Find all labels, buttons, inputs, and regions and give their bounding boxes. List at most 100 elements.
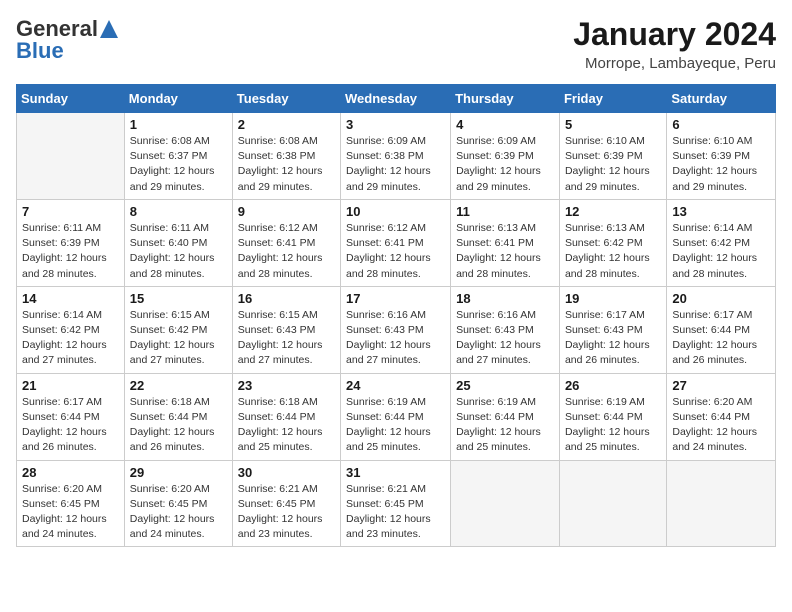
day-number: 24	[346, 378, 445, 393]
day-number: 23	[238, 378, 335, 393]
day-number: 13	[672, 204, 770, 219]
logo-blue: Blue	[16, 38, 64, 64]
calendar-cell: 27 Sunrise: 6:20 AMSunset: 6:44 PMDayligh…	[667, 373, 776, 460]
day-info: Sunrise: 6:21 AMSunset: 6:45 PMDaylight:…	[238, 482, 335, 543]
calendar-cell: 16Sunrise: 6:15 AMSunset: 6:43 PMDayligh…	[232, 286, 340, 373]
calendar-week-row: 7 Sunrise: 6:11 AMSunset: 6:39 PMDaylight…	[17, 199, 776, 286]
calendar-cell: 14Sunrise: 6:14 AMSunset: 6:42 PMDayligh…	[17, 286, 125, 373]
calendar-cell: 6 Sunrise: 6:10 AMSunset: 6:39 PMDaylight…	[667, 113, 776, 200]
day-info: Sunrise: 6:11 AMSunset: 6:39 PMDaylight:…	[22, 221, 119, 282]
day-info: Sunrise: 6:19 AMSunset: 6:44 PMDaylight:…	[346, 395, 445, 456]
day-number: 18	[456, 291, 554, 306]
calendar-cell: 25Sunrise: 6:19 AMSunset: 6:44 PMDayligh…	[451, 373, 560, 460]
calendar-day-header: Friday	[559, 85, 666, 113]
day-info: Sunrise: 6:20 AMSunset: 6:44 PMDaylight:…	[672, 395, 770, 456]
calendar-cell: 18 Sunrise: 6:16 AMSunset: 6:43 PMDayligh…	[451, 286, 560, 373]
day-number: 27	[672, 378, 770, 393]
day-number: 28	[22, 465, 119, 480]
day-number: 4	[456, 117, 554, 132]
day-info: Sunrise: 6:09 AMSunset: 6:39 PMDaylight:…	[456, 134, 554, 195]
calendar-cell: 21 Sunrise: 6:17 AMSunset: 6:44 PMDayligh…	[17, 373, 125, 460]
day-number: 22	[130, 378, 227, 393]
day-number: 7	[22, 204, 119, 219]
day-number: 9	[238, 204, 335, 219]
calendar-cell: 10 Sunrise: 6:12 AMSunset: 6:41 PMDayligh…	[341, 199, 451, 286]
calendar-cell: 17 Sunrise: 6:16 AMSunset: 6:43 PMDayligh…	[341, 286, 451, 373]
day-info: Sunrise: 6:15 AMSunset: 6:42 PMDaylight:…	[130, 308, 227, 369]
logo: General Blue	[16, 16, 118, 64]
day-info: Sunrise: 6:09 AMSunset: 6:38 PMDaylight:…	[346, 134, 445, 195]
calendar-cell	[667, 460, 776, 547]
calendar-cell: 29Sunrise: 6:20 AMSunset: 6:45 PMDayligh…	[124, 460, 232, 547]
calendar-cell: 22 Sunrise: 6:18 AMSunset: 6:44 PMDayligh…	[124, 373, 232, 460]
calendar-cell: 12Sunrise: 6:13 AMSunset: 6:42 PMDayligh…	[559, 199, 666, 286]
calendar-cell	[559, 460, 666, 547]
calendar-cell: 5Sunrise: 6:10 AMSunset: 6:39 PMDaylight…	[559, 113, 666, 200]
day-info: Sunrise: 6:13 AMSunset: 6:41 PMDaylight:…	[456, 221, 554, 282]
day-number: 17	[346, 291, 445, 306]
day-info: Sunrise: 6:08 AMSunset: 6:38 PMDaylight:…	[238, 134, 335, 195]
calendar-day-header: Saturday	[667, 85, 776, 113]
day-number: 8	[130, 204, 227, 219]
day-info: Sunrise: 6:14 AMSunset: 6:42 PMDaylight:…	[22, 308, 119, 369]
calendar-cell: 15Sunrise: 6:15 AMSunset: 6:42 PMDayligh…	[124, 286, 232, 373]
month-title: January 2024	[573, 16, 776, 53]
calendar-header-row: SundayMondayTuesdayWednesdayThursdayFrid…	[17, 85, 776, 113]
day-number: 26	[565, 378, 661, 393]
day-info: Sunrise: 6:18 AMSunset: 6:44 PMDaylight:…	[238, 395, 335, 456]
day-info: Sunrise: 6:10 AMSunset: 6:39 PMDaylight:…	[672, 134, 770, 195]
calendar-week-row: 1 Sunrise: 6:08 AMSunset: 6:37 PMDaylight…	[17, 113, 776, 200]
calendar-cell: 20 Sunrise: 6:17 AMSunset: 6:44 PMDayligh…	[667, 286, 776, 373]
calendar-cell: 24 Sunrise: 6:19 AMSunset: 6:44 PMDayligh…	[341, 373, 451, 460]
day-number: 1	[130, 117, 227, 132]
calendar-cell: 11 Sunrise: 6:13 AMSunset: 6:41 PMDayligh…	[451, 199, 560, 286]
day-info: Sunrise: 6:12 AMSunset: 6:41 PMDaylight:…	[346, 221, 445, 282]
day-info: Sunrise: 6:20 AMSunset: 6:45 PMDaylight:…	[22, 482, 119, 543]
calendar-cell	[451, 460, 560, 547]
day-info: Sunrise: 6:19 AMSunset: 6:44 PMDaylight:…	[456, 395, 554, 456]
day-number: 10	[346, 204, 445, 219]
calendar-cell: 2 Sunrise: 6:08 AMSunset: 6:38 PMDaylight…	[232, 113, 340, 200]
calendar-cell: 26 Sunrise: 6:19 AMSunset: 6:44 PMDayligh…	[559, 373, 666, 460]
calendar-table: SundayMondayTuesdayWednesdayThursdayFrid…	[16, 84, 776, 547]
day-number: 21	[22, 378, 119, 393]
day-number: 11	[456, 204, 554, 219]
day-number: 30	[238, 465, 335, 480]
calendar-cell: 13Sunrise: 6:14 AMSunset: 6:42 PMDayligh…	[667, 199, 776, 286]
day-number: 31	[346, 465, 445, 480]
calendar-day-header: Thursday	[451, 85, 560, 113]
calendar-cell: 3 Sunrise: 6:09 AMSunset: 6:38 PMDaylight…	[341, 113, 451, 200]
day-info: Sunrise: 6:21 AMSunset: 6:45 PMDaylight:…	[346, 482, 445, 543]
day-info: Sunrise: 6:17 AMSunset: 6:44 PMDaylight:…	[22, 395, 119, 456]
day-info: Sunrise: 6:19 AMSunset: 6:44 PMDaylight:…	[565, 395, 661, 456]
calendar-day-header: Tuesday	[232, 85, 340, 113]
calendar-cell: 31 Sunrise: 6:21 AMSunset: 6:45 PMDayligh…	[341, 460, 451, 547]
calendar-cell: 1 Sunrise: 6:08 AMSunset: 6:37 PMDaylight…	[124, 113, 232, 200]
calendar-cell: 19Sunrise: 6:17 AMSunset: 6:43 PMDayligh…	[559, 286, 666, 373]
day-number: 6	[672, 117, 770, 132]
day-number: 12	[565, 204, 661, 219]
calendar-day-header: Sunday	[17, 85, 125, 113]
calendar-cell: 28 Sunrise: 6:20 AMSunset: 6:45 PMDayligh…	[17, 460, 125, 547]
calendar-cell: 23 Sunrise: 6:18 AMSunset: 6:44 PMDayligh…	[232, 373, 340, 460]
day-number: 19	[565, 291, 661, 306]
page-header: General Blue January 2024 Morrope, Lamba…	[16, 16, 776, 72]
day-info: Sunrise: 6:08 AMSunset: 6:37 PMDaylight:…	[130, 134, 227, 195]
day-info: Sunrise: 6:12 AMSunset: 6:41 PMDaylight:…	[238, 221, 335, 282]
calendar-cell: 9 Sunrise: 6:12 AMSunset: 6:41 PMDaylight…	[232, 199, 340, 286]
title-block: January 2024 Morrope, Lambayeque, Peru	[573, 16, 776, 72]
day-info: Sunrise: 6:17 AMSunset: 6:44 PMDaylight:…	[672, 308, 770, 369]
day-number: 3	[346, 117, 445, 132]
calendar-week-row: 21 Sunrise: 6:17 AMSunset: 6:44 PMDayligh…	[17, 373, 776, 460]
day-number: 2	[238, 117, 335, 132]
calendar-week-row: 28 Sunrise: 6:20 AMSunset: 6:45 PMDayligh…	[17, 460, 776, 547]
calendar-cell: 4 Sunrise: 6:09 AMSunset: 6:39 PMDaylight…	[451, 113, 560, 200]
day-info: Sunrise: 6:16 AMSunset: 6:43 PMDaylight:…	[346, 308, 445, 369]
day-number: 20	[672, 291, 770, 306]
day-info: Sunrise: 6:16 AMSunset: 6:43 PMDaylight:…	[456, 308, 554, 369]
day-number: 16	[238, 291, 335, 306]
location: Morrope, Lambayeque, Peru	[573, 55, 776, 72]
calendar-cell: 8 Sunrise: 6:11 AMSunset: 6:40 PMDaylight…	[124, 199, 232, 286]
day-info: Sunrise: 6:18 AMSunset: 6:44 PMDaylight:…	[130, 395, 227, 456]
day-info: Sunrise: 6:11 AMSunset: 6:40 PMDaylight:…	[130, 221, 227, 282]
